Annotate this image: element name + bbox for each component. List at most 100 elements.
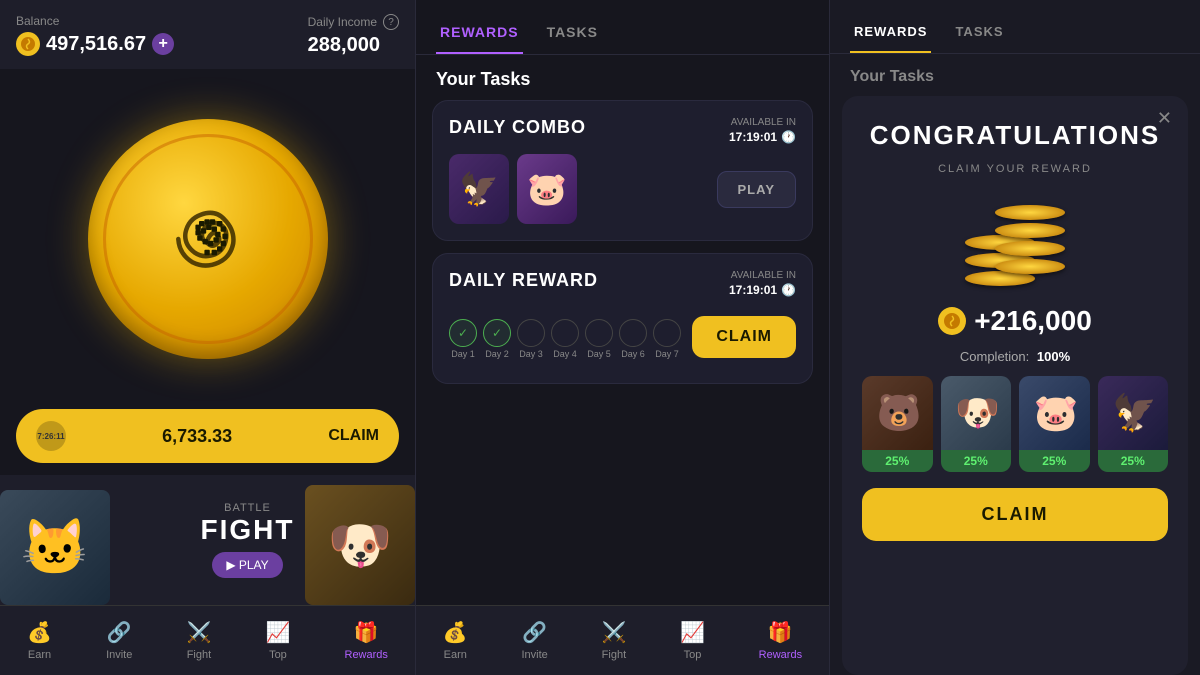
right-your-tasks: Your Tasks bbox=[830, 54, 1200, 96]
play-battle-button[interactable]: ▶ PLAY bbox=[212, 552, 282, 578]
mid-invite-icon: 🔗 bbox=[522, 620, 547, 645]
mid-nav-invite[interactable]: 🔗 Invite bbox=[509, 612, 559, 669]
mid-invite-label: Invite bbox=[521, 649, 547, 661]
middle-tabs: REWARDS TASKS bbox=[416, 0, 829, 55]
day-4-circle bbox=[551, 319, 579, 347]
day-5: Day 5 bbox=[585, 319, 613, 359]
top-icon: 📈 bbox=[265, 620, 290, 645]
battle-right-character: 🐶 bbox=[305, 485, 415, 605]
day-7-circle bbox=[653, 319, 681, 347]
char-pct-4: 25% bbox=[1098, 450, 1169, 472]
nav-top[interactable]: 📈 Top bbox=[253, 612, 302, 669]
battle-section: 🐱 BATTLE FIGHT ▶ PLAY 🐶 bbox=[0, 475, 415, 605]
char-pct-2: 25% bbox=[941, 450, 1012, 472]
coin-main-area[interactable] bbox=[0, 69, 415, 409]
char-card-3: 🐷 25% bbox=[1019, 376, 1090, 472]
combo-char-2: 🐷 bbox=[517, 154, 577, 224]
main-coin[interactable] bbox=[88, 119, 328, 359]
reward-bottom: ✓ Day 1 ✓ Day 2 Day 3 Day 4 bbox=[449, 307, 796, 367]
rewards-icon: 🎁 bbox=[354, 620, 379, 645]
day-1: ✓ Day 1 bbox=[449, 319, 477, 359]
daily-reward-title: DAILY REWARD bbox=[449, 270, 598, 291]
reward-amount: +216,000 bbox=[938, 305, 1092, 337]
day-3-circle bbox=[517, 319, 545, 347]
mid-top-icon: 📈 bbox=[680, 620, 705, 645]
day-5-circle bbox=[585, 319, 613, 347]
add-balance-button[interactable]: + bbox=[152, 33, 174, 55]
battle-title: FIGHT bbox=[201, 514, 295, 546]
tab-rewards[interactable]: REWARDS bbox=[436, 16, 523, 54]
mid-top-label: Top bbox=[684, 649, 702, 661]
balance-number: 497,516.67 bbox=[46, 33, 146, 56]
reward-available: AVAILABLE IN 17:19:01 🕐 bbox=[729, 270, 796, 297]
spiral-icon bbox=[163, 194, 253, 284]
mid-earn-icon: 💰 bbox=[443, 620, 468, 645]
char-img-1: 🐻 bbox=[862, 376, 933, 450]
nav-rewards-label: Rewards bbox=[345, 649, 388, 661]
middle-panel: REWARDS TASKS Your Tasks DAILY COMBO AVA… bbox=[415, 0, 830, 675]
day-4: Day 4 bbox=[551, 319, 579, 359]
left-bottom-nav: 💰 Earn 🔗 Invite ⚔️ Fight 📈 Top 🎁 Rewards bbox=[0, 605, 415, 675]
battle-label: BATTLE bbox=[224, 502, 271, 514]
fight-icon: ⚔️ bbox=[186, 620, 211, 645]
daily-income-section: Daily Income ? 288,000 bbox=[308, 14, 399, 57]
tab-tasks[interactable]: TASKS bbox=[543, 16, 602, 54]
mid-nav-rewards[interactable]: 🎁 Rewards bbox=[747, 612, 814, 669]
char-img-3: 🐷 bbox=[1019, 376, 1090, 450]
balance-amount: 497,516.67 + bbox=[16, 32, 174, 56]
nav-rewards[interactable]: 🎁 Rewards bbox=[333, 612, 400, 669]
day-2-circle: ✓ bbox=[483, 319, 511, 347]
your-tasks-title: Your Tasks bbox=[416, 55, 829, 100]
reward-time: 17:19:01 🕐 bbox=[729, 283, 796, 297]
claim-bar[interactable]: 7:26:11 6,733.33 CLAIM bbox=[16, 409, 399, 463]
mid-nav-top[interactable]: 📈 Top bbox=[668, 612, 717, 669]
daily-reward-claim-button[interactable]: CLAIM bbox=[692, 316, 796, 358]
combo-chars: 🦅 🐷 bbox=[449, 154, 577, 224]
day-1-label: Day 1 bbox=[451, 349, 475, 359]
right-tab-rewards[interactable]: REWARDS bbox=[850, 16, 931, 53]
daily-combo-header: DAILY COMBO AVAILABLE IN 17:19:01 🕐 bbox=[449, 117, 796, 144]
completion-row: Completion: 100% bbox=[960, 349, 1070, 364]
nav-fight-label: Fight bbox=[187, 649, 211, 661]
invite-icon: 🔗 bbox=[107, 620, 132, 645]
day-4-label: Day 4 bbox=[553, 349, 577, 359]
day-7-label: Day 7 bbox=[655, 349, 679, 359]
congrats-title: CONGRATULATIONS bbox=[870, 120, 1160, 151]
balance-section: Balance 497,516.67 + bbox=[16, 14, 174, 57]
daily-income-label: Daily Income bbox=[308, 15, 377, 29]
mid-nav-earn[interactable]: 💰 Earn bbox=[431, 612, 480, 669]
reward-available-label: AVAILABLE IN bbox=[731, 270, 796, 281]
congrats-subtitle: CLAIM YOUR REWARD bbox=[938, 163, 1092, 175]
right-tab-tasks[interactable]: TASKS bbox=[951, 16, 1007, 53]
nav-earn[interactable]: 💰 Earn bbox=[15, 612, 64, 669]
close-button[interactable]: ✕ bbox=[1157, 108, 1172, 129]
day-5-label: Day 5 bbox=[587, 349, 611, 359]
completion-pct: 100% bbox=[1037, 349, 1070, 364]
coin-icon bbox=[16, 32, 40, 56]
daily-income-amount: 288,000 bbox=[308, 34, 380, 57]
clock-icon-2: 🕐 bbox=[781, 283, 796, 297]
day-2: ✓ Day 2 bbox=[483, 319, 511, 359]
nav-earn-label: Earn bbox=[28, 649, 51, 661]
day-6-label: Day 6 bbox=[621, 349, 645, 359]
right-claim-button[interactable]: CLAIM bbox=[862, 488, 1168, 541]
nav-fight[interactable]: ⚔️ Fight bbox=[174, 612, 223, 669]
nav-top-label: Top bbox=[269, 649, 287, 661]
middle-bottom-nav: 💰 Earn 🔗 Invite ⚔️ Fight 📈 Top 🎁 Rewards bbox=[416, 605, 829, 675]
tasks-list: DAILY COMBO AVAILABLE IN 17:19:01 🕐 🦅 🐷 … bbox=[416, 100, 829, 605]
play-combo-button[interactable]: PLAY bbox=[717, 171, 796, 208]
right-tabs: REWARDS TASKS bbox=[830, 0, 1200, 54]
claim-amount: 6,733.33 bbox=[76, 426, 318, 447]
claim-label: CLAIM bbox=[328, 427, 379, 445]
char-img-4: 🦅 bbox=[1098, 376, 1169, 450]
nav-invite[interactable]: 🔗 Invite bbox=[94, 612, 144, 669]
char-pct-1: 25% bbox=[862, 450, 933, 472]
day-6-circle bbox=[619, 319, 647, 347]
help-icon[interactable]: ? bbox=[383, 14, 399, 30]
mid-nav-fight[interactable]: ⚔️ Fight bbox=[589, 612, 638, 669]
timer-text: 7:26:11 bbox=[37, 432, 64, 441]
available-label: AVAILABLE IN bbox=[731, 117, 796, 128]
earn-icon: 💰 bbox=[27, 620, 52, 645]
mid-earn-label: Earn bbox=[444, 649, 467, 661]
daily-combo-card: DAILY COMBO AVAILABLE IN 17:19:01 🕐 🦅 🐷 … bbox=[432, 100, 813, 241]
